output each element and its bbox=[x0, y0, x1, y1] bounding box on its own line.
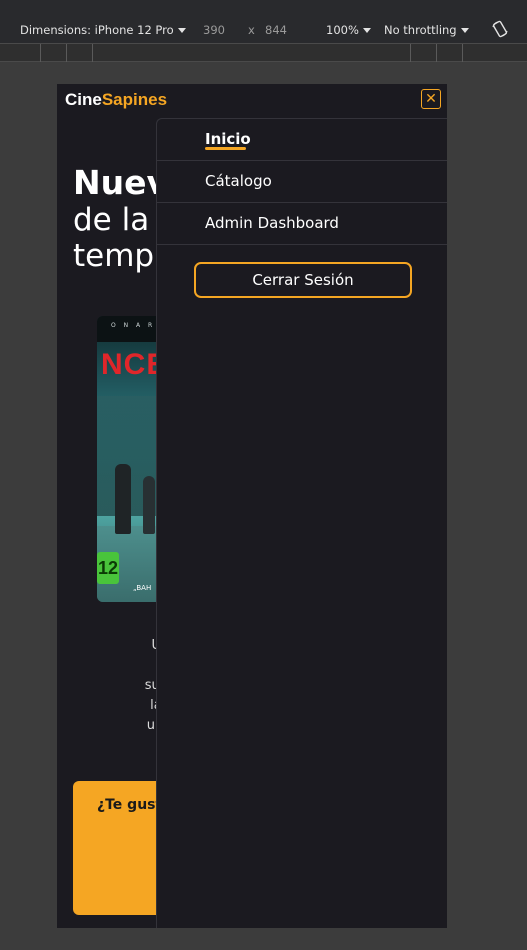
app-logo[interactable]: CineSapines bbox=[65, 90, 167, 110]
logo-text-primary: Cine bbox=[65, 90, 102, 109]
logo-text-accent: Sapines bbox=[101, 90, 168, 109]
hero-heading: Nuev de la temp bbox=[73, 163, 169, 275]
hero-line-1: Nuev bbox=[73, 163, 169, 202]
menu-item-inicio[interactable]: Inicio bbox=[157, 119, 447, 161]
menu-item-label: Cátalogo bbox=[205, 172, 272, 190]
zoom-selector[interactable]: 100% bbox=[326, 23, 371, 37]
active-indicator bbox=[205, 147, 246, 150]
devtools-toolbar: Dimensions: iPhone 12 Pro 390 x 844 100%… bbox=[0, 0, 527, 44]
chevron-down-icon bbox=[362, 28, 371, 33]
chevron-down-icon bbox=[460, 28, 469, 33]
chevron-down-icon bbox=[177, 28, 186, 33]
device-label: Dimensions: iPhone 12 Pro bbox=[20, 23, 174, 37]
media-query-ruler bbox=[0, 44, 527, 62]
close-icon: ✕ bbox=[425, 91, 437, 107]
width-input[interactable]: 390 bbox=[203, 23, 225, 37]
menu-item-label: Inicio bbox=[205, 130, 251, 148]
rotate-icon[interactable] bbox=[491, 20, 509, 38]
menu-item-label: Admin Dashboard bbox=[205, 214, 339, 232]
side-menu: Inicio Cátalogo Admin Dashboard Cerrar S… bbox=[156, 118, 447, 928]
device-viewport: CineSapines ✕ Nuev de la temp O N A R D … bbox=[57, 84, 447, 928]
poster-quote: „BAH bbox=[133, 584, 152, 592]
hero-line-3: temp bbox=[73, 238, 155, 274]
menu-item-catalogo[interactable]: Cátalogo bbox=[157, 161, 447, 203]
close-menu-button[interactable]: ✕ bbox=[421, 89, 441, 109]
dimension-separator: x bbox=[248, 23, 255, 37]
device-selector[interactable]: Dimensions: iPhone 12 Pro bbox=[20, 23, 186, 37]
poster-figure bbox=[143, 476, 155, 534]
logout-button[interactable]: Cerrar Sesión bbox=[194, 262, 412, 298]
poster-figure bbox=[115, 464, 131, 534]
age-rating-badge: 12 bbox=[97, 552, 119, 584]
hero-line-2: de la bbox=[73, 202, 150, 238]
throttling-selector[interactable]: No throttling bbox=[384, 23, 469, 37]
menu-item-admin-dashboard[interactable]: Admin Dashboard bbox=[157, 203, 447, 245]
cta-question: ¿Te gust bbox=[97, 797, 163, 813]
zoom-label: 100% bbox=[326, 23, 359, 37]
throttling-label: No throttling bbox=[384, 23, 457, 37]
height-input[interactable]: 844 bbox=[265, 23, 287, 37]
